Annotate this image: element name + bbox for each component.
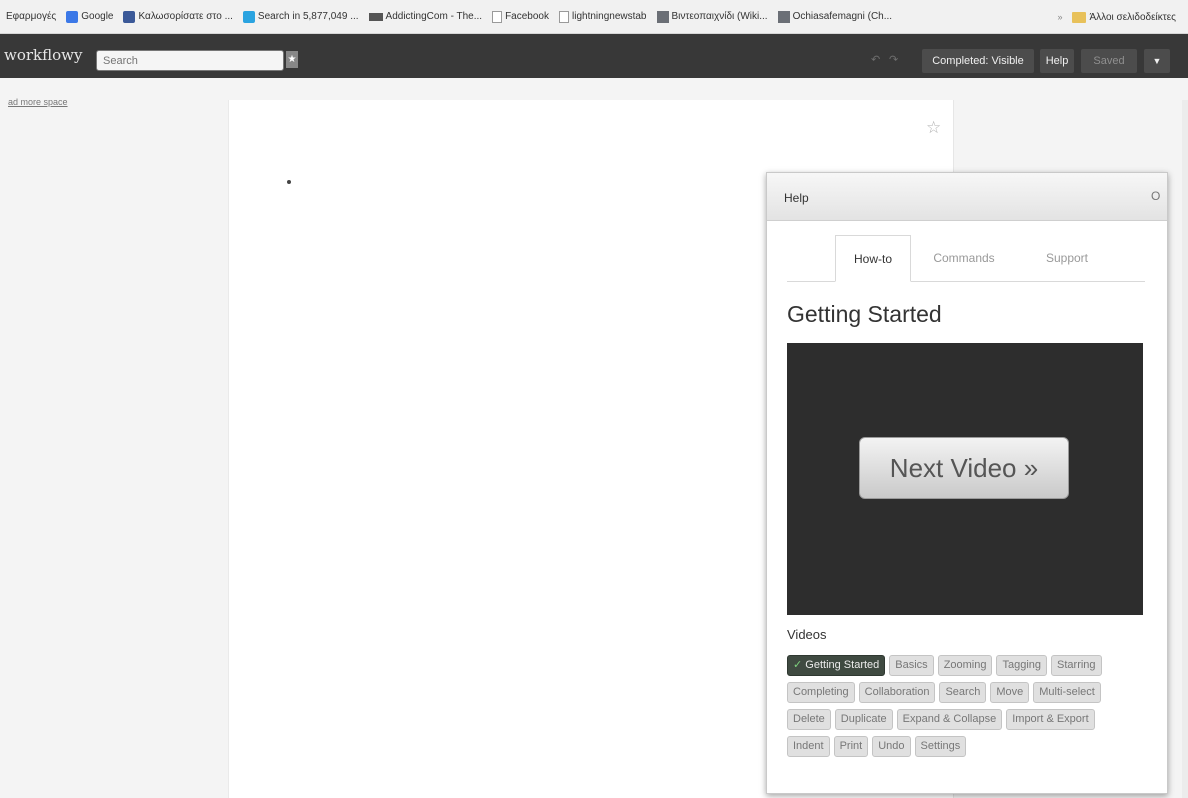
google-icon bbox=[66, 10, 79, 23]
page-scrollbar[interactable] bbox=[1182, 100, 1188, 798]
page-icon bbox=[492, 10, 503, 23]
video-chip-basics[interactable]: Basics bbox=[889, 655, 934, 676]
video-chip-collaboration[interactable]: Collaboration bbox=[858, 682, 936, 703]
bookmark-addicting[interactable]: AddictingCom - The... bbox=[368, 11, 483, 22]
addicting-icon bbox=[368, 12, 383, 21]
help-panel: Help O How-to Commands Support Getting S… bbox=[766, 172, 1168, 794]
video-chip-completing[interactable]: Completing bbox=[787, 682, 855, 703]
video-player[interactable]: Next Video » bbox=[787, 343, 1143, 615]
check-icon: ✓ bbox=[793, 659, 803, 671]
video-chip-expand-collapse[interactable]: Expand & Collapse bbox=[896, 709, 1003, 730]
video-chip-search[interactable]: Search bbox=[939, 682, 987, 703]
video-chip-multi-select[interactable]: Multi-select bbox=[1033, 682, 1101, 703]
bookmark-label: lightningnewstab bbox=[572, 11, 647, 22]
bookmark-label: Search in 5,877,049 ... bbox=[257, 11, 359, 22]
video-chip-undo[interactable]: Undo bbox=[872, 736, 911, 757]
videos-label: Videos bbox=[787, 627, 827, 642]
facebook-icon bbox=[123, 10, 136, 23]
bookmark-label: Google bbox=[81, 11, 114, 22]
video-chip-indent[interactable]: Indent bbox=[787, 736, 830, 757]
star-outline-icon[interactable]: ☆ bbox=[926, 118, 941, 138]
bookmark-wiki-2[interactable]: Ochiasafemagni (Ch... bbox=[777, 10, 893, 23]
next-video-button[interactable]: Next Video » bbox=[859, 437, 1069, 499]
bookmark-search-site[interactable]: Search in 5,877,049 ... bbox=[242, 10, 359, 23]
search-input[interactable] bbox=[96, 50, 284, 71]
menu-dropdown-icon[interactable]: ▼ bbox=[1144, 49, 1170, 73]
video-chip-settings[interactable]: Settings bbox=[914, 736, 967, 757]
tab-how-to[interactable]: How-to bbox=[835, 235, 911, 282]
video-row: Delete Duplicate Expand & Collapse Impor… bbox=[787, 709, 1147, 730]
section-title: Getting Started bbox=[787, 301, 942, 327]
redo-icon[interactable]: ↷ bbox=[889, 53, 898, 66]
undo-icon[interactable]: ↶ bbox=[871, 53, 880, 66]
page-icon bbox=[559, 10, 569, 23]
bookmark-facebook[interactable]: Facebook bbox=[492, 10, 549, 23]
star-icon[interactable]: ★ bbox=[286, 51, 298, 68]
bookmark-label: Βιντεοπαιχνίδι (Wiki... bbox=[671, 11, 768, 22]
video-chip-zooming[interactable]: Zooming bbox=[937, 655, 993, 676]
close-icon[interactable]: O bbox=[1151, 189, 1160, 203]
video-chip-label: Getting Started bbox=[805, 659, 880, 671]
bookmark-label: Καλωσορίσατε στο ... bbox=[138, 11, 233, 22]
video-row: Indent Print Undo Settings bbox=[787, 736, 1147, 757]
folder-icon bbox=[1072, 11, 1087, 23]
completed-visible-button[interactable]: Completed: Visible bbox=[922, 49, 1034, 73]
video-row: ✓ Getting Started Basics Zooming Tagging… bbox=[787, 655, 1147, 676]
add-more-space-link[interactable]: ad more space bbox=[8, 97, 68, 107]
video-chip-print[interactable]: Print bbox=[833, 736, 869, 757]
video-chip-duplicate[interactable]: Duplicate bbox=[834, 709, 893, 730]
wiki-icon bbox=[777, 10, 790, 23]
video-chip-import-export[interactable]: Import & Export bbox=[1006, 709, 1095, 730]
other-bookmarks[interactable]: Άλλοι σελιδοδείκτες bbox=[1072, 11, 1176, 23]
help-panel-title: Help bbox=[784, 191, 809, 205]
bookmark-label: AddictingCom - The... bbox=[385, 11, 483, 22]
video-chip-delete[interactable]: Delete bbox=[787, 709, 831, 730]
help-panel-header: Help O bbox=[767, 173, 1167, 221]
bookmark-apps[interactable]: Εφαρμογές bbox=[6, 11, 56, 22]
search-site-icon bbox=[242, 10, 255, 23]
bookmark-label: Ochiasafemagni (Ch... bbox=[792, 11, 893, 22]
outline-bullet[interactable] bbox=[287, 180, 291, 184]
video-row: Completing Collaboration Search Move Mul… bbox=[787, 682, 1147, 703]
video-chip-move[interactable]: Move bbox=[990, 682, 1030, 703]
tab-support[interactable]: Support bbox=[1027, 235, 1107, 282]
bookmarks-bar: Εφαρμογές Google Καλωσορίσατε στο ... Se… bbox=[0, 0, 1188, 34]
tab-commands[interactable]: Commands bbox=[921, 235, 1007, 282]
bookmark-label: Facebook bbox=[505, 11, 549, 22]
workflowy-logo[interactable]: workflowy bbox=[4, 46, 82, 64]
video-list: ✓ Getting Started Basics Zooming Tagging… bbox=[787, 655, 1147, 763]
bookmarks-right: » Άλλοι σελιδοδείκτες bbox=[1051, 0, 1186, 33]
saved-status: Saved bbox=[1081, 49, 1137, 73]
bookmarks-overflow-icon[interactable]: » bbox=[1057, 12, 1062, 22]
video-chip-getting-started[interactable]: ✓ Getting Started bbox=[787, 655, 886, 676]
bookmark-facebook-welcome[interactable]: Καλωσορίσατε στο ... bbox=[123, 10, 233, 23]
video-chip-starring[interactable]: Starring bbox=[1051, 655, 1102, 676]
bookmark-google[interactable]: Google bbox=[66, 10, 114, 23]
video-chip-tagging[interactable]: Tagging bbox=[996, 655, 1048, 676]
bookmark-wiki-1[interactable]: Βιντεοπαιχνίδι (Wiki... bbox=[656, 10, 768, 23]
bookmark-lightningnewstab[interactable]: lightningnewstab bbox=[559, 10, 647, 23]
wiki-icon bbox=[656, 10, 669, 23]
bookmark-label: Εφαρμογές bbox=[6, 11, 57, 22]
help-button[interactable]: Help bbox=[1040, 49, 1074, 73]
other-bookmarks-label: Άλλοι σελιδοδείκτες bbox=[1089, 11, 1176, 23]
